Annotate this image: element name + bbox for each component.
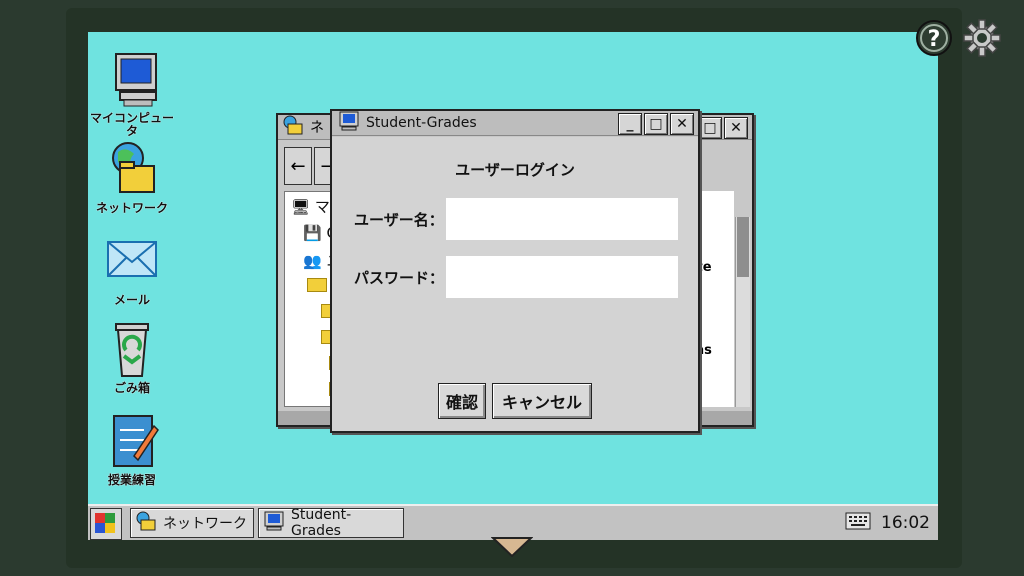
start-logo-icon [95, 513, 115, 533]
desktop-icon-label: ネットワーク [95, 201, 168, 215]
keyboard-icon[interactable] [845, 511, 871, 535]
desktop-icon-label: 授業練習 [107, 473, 156, 487]
confirm-button[interactable]: 確認 [438, 383, 486, 419]
desktop-icon-label: ごみ箱 [113, 381, 150, 395]
desktop-icon-trash[interactable]: ごみ箱 [84, 320, 180, 395]
back-button[interactable]: ← [284, 147, 312, 185]
tree-item[interactable]: 🖥 マ [291, 196, 330, 217]
maximize-button[interactable]: □ [698, 117, 722, 139]
taskbar-item-student-grades[interactable]: Student-Grades [258, 507, 404, 539]
minimize-button[interactable]: _ [618, 113, 642, 135]
taskbar-item-network[interactable]: ネットワーク [130, 508, 254, 538]
network-icon [135, 511, 157, 535]
vertical-scrollbar[interactable] [735, 217, 750, 407]
app-window-icon [263, 511, 285, 535]
taskbar: ネットワーク Student-Grades 16:02 [88, 504, 938, 540]
desktop-icon-mail[interactable]: メール [84, 232, 180, 307]
username-input[interactable] [446, 198, 678, 240]
dialog-heading: ユーザーログイン [455, 161, 575, 179]
svg-text:?: ? [928, 27, 941, 52]
network-icon [102, 140, 162, 200]
login-dialog-titlebar[interactable]: Student-Grades _ □ ✕ [332, 111, 698, 136]
network-window-title: ネ [310, 120, 324, 136]
taskbar-item-label: Student-Grades [291, 507, 352, 539]
taskbar-item-label: ネットワーク [163, 516, 247, 532]
desktop-icon-class-practice[interactable]: 授業練習 [84, 412, 180, 487]
cancel-button[interactable]: キャンセル [492, 383, 592, 419]
username-label: ユーザー名： [354, 211, 444, 229]
notebook-icon [102, 412, 162, 472]
password-label: パスワード： [354, 269, 445, 287]
desktop-icon-label: メール [113, 293, 150, 307]
desktop-icon-my-computer[interactable]: マイコンピュー タ [84, 50, 180, 138]
help-icon[interactable]: ? [914, 18, 954, 58]
maximize-button[interactable]: □ [644, 113, 668, 135]
folder-icon [307, 278, 327, 292]
gear-icon[interactable] [962, 18, 1002, 58]
start-button[interactable] [90, 508, 122, 540]
desktop-icon-label: マイコンピュー タ [89, 111, 174, 138]
close-button[interactable]: ✕ [670, 113, 694, 135]
network-folder-icon [282, 115, 304, 139]
system-tray: 16:02 [845, 508, 930, 538]
desktop-icon-network[interactable]: ネットワーク [84, 140, 180, 215]
mail-icon [102, 232, 162, 292]
chevron-down-icon[interactable] [490, 536, 534, 562]
login-dialog-title: Student-Grades [366, 115, 477, 131]
password-input[interactable] [446, 256, 678, 298]
close-button[interactable]: ✕ [724, 117, 748, 139]
login-dialog[interactable]: Student-Grades _ □ ✕ ユーザーログイン ユーザー名： パスワ… [330, 109, 700, 433]
computer-icon [102, 50, 162, 110]
trash-icon [102, 320, 162, 380]
clock: 16:02 [881, 513, 930, 533]
app-window-icon [338, 111, 360, 135]
